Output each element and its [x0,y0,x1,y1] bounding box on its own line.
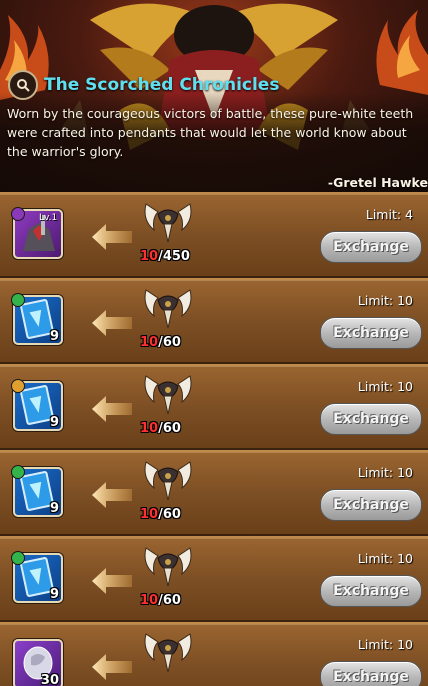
row-highlight [0,452,428,453]
quote-author: -Gretel Hawke [327,175,428,190]
exchange-button[interactable]: Exchange [320,661,422,686]
exchange-list: Lv.1 10/450 Limit: 4 Exchange 9 10/60 Limit: 1… [0,192,428,686]
horned-tooth-pendant-icon [140,458,196,504]
cost-counter: 10/450 [140,249,190,264]
item-quantity: 9 [49,501,59,516]
faction-badge-icon [11,379,25,393]
cost-owned: 10 [140,249,159,264]
item-quantity: 30 [40,673,59,686]
page-title: The Scorched Chronicles [44,75,280,95]
arrow-left-icon [92,568,132,598]
purchase-limit: Limit: 10 [357,637,413,652]
row-highlight [0,366,428,367]
faction-badge-icon [11,207,25,221]
exchange-row: 30 Limit: 10 Exchange [0,622,428,686]
cost-owned: 10 [140,421,159,436]
item-quantity: 9 [49,415,59,430]
exchange-button[interactable]: Exchange [320,489,422,521]
cost-required: /60 [158,421,181,436]
faction-badge-icon [11,551,25,565]
reward-item-slot[interactable]: 30 [13,639,63,686]
cost-required: /450 [158,249,190,264]
cost-counter: 10/60 [140,507,181,522]
cost-required: /60 [158,507,181,522]
faction-badge-icon [11,465,25,479]
purchase-limit: Limit: 4 [365,207,413,222]
title-bar: The Scorched Chronicles [8,70,279,100]
exchange-row: Lv.1 10/450 Limit: 4 Exchange [0,192,428,278]
search-icon[interactable] [8,70,38,100]
exchange-button[interactable]: Exchange [320,403,422,435]
row-highlight [0,280,428,281]
horned-tooth-pendant-icon [140,286,196,332]
horned-tooth-pendant-icon [140,372,196,418]
lore-quote: Worn by the courageous victors of battle… [7,106,414,159]
horned-tooth-pendant-icon [140,630,196,676]
exchange-button[interactable]: Exchange [320,575,422,607]
item-quantity: 9 [49,587,59,602]
cost-counter: 10/60 [140,421,181,436]
cost-owned: 10 [140,507,159,522]
arrow-left-icon [92,396,132,426]
exchange-shop-screen: The Scorched Chronicles Worn by the cour… [0,0,428,686]
cost-owned: 10 [140,335,159,350]
purchase-limit: Limit: 10 [357,551,413,566]
exchange-row: 9 10/60 Limit: 10 Exchange [0,364,428,450]
banner: The Scorched Chronicles Worn by the cour… [0,0,428,192]
exchange-row: 9 10/60 Limit: 10 Exchange [0,536,428,622]
cost-counter: 10/60 [140,335,181,350]
arrow-left-icon [92,482,132,512]
arrow-left-icon [92,310,132,340]
arrow-left-icon [92,224,132,254]
faction-badge-icon [11,293,25,307]
row-highlight [0,194,428,195]
exchange-row: 9 10/60 Limit: 10 Exchange [0,278,428,364]
cost-counter: 10/60 [140,593,181,608]
horned-tooth-pendant-icon [140,544,196,590]
exchange-row: 9 10/60 Limit: 10 Exchange [0,450,428,536]
item-quantity: 9 [49,329,59,344]
arrow-left-icon [92,654,132,684]
cost-required: /60 [158,593,181,608]
exchange-button[interactable]: Exchange [320,317,422,349]
row-highlight [0,538,428,539]
cost-owned: 10 [140,593,159,608]
exchange-button[interactable]: Exchange [320,231,422,263]
purchase-limit: Limit: 10 [357,293,413,308]
purchase-limit: Limit: 10 [357,379,413,394]
horned-tooth-pendant-icon [140,200,196,246]
item-level: Lv.1 [39,213,58,223]
cost-required: /60 [158,335,181,350]
purchase-limit: Limit: 10 [357,465,413,480]
row-highlight [0,624,428,625]
